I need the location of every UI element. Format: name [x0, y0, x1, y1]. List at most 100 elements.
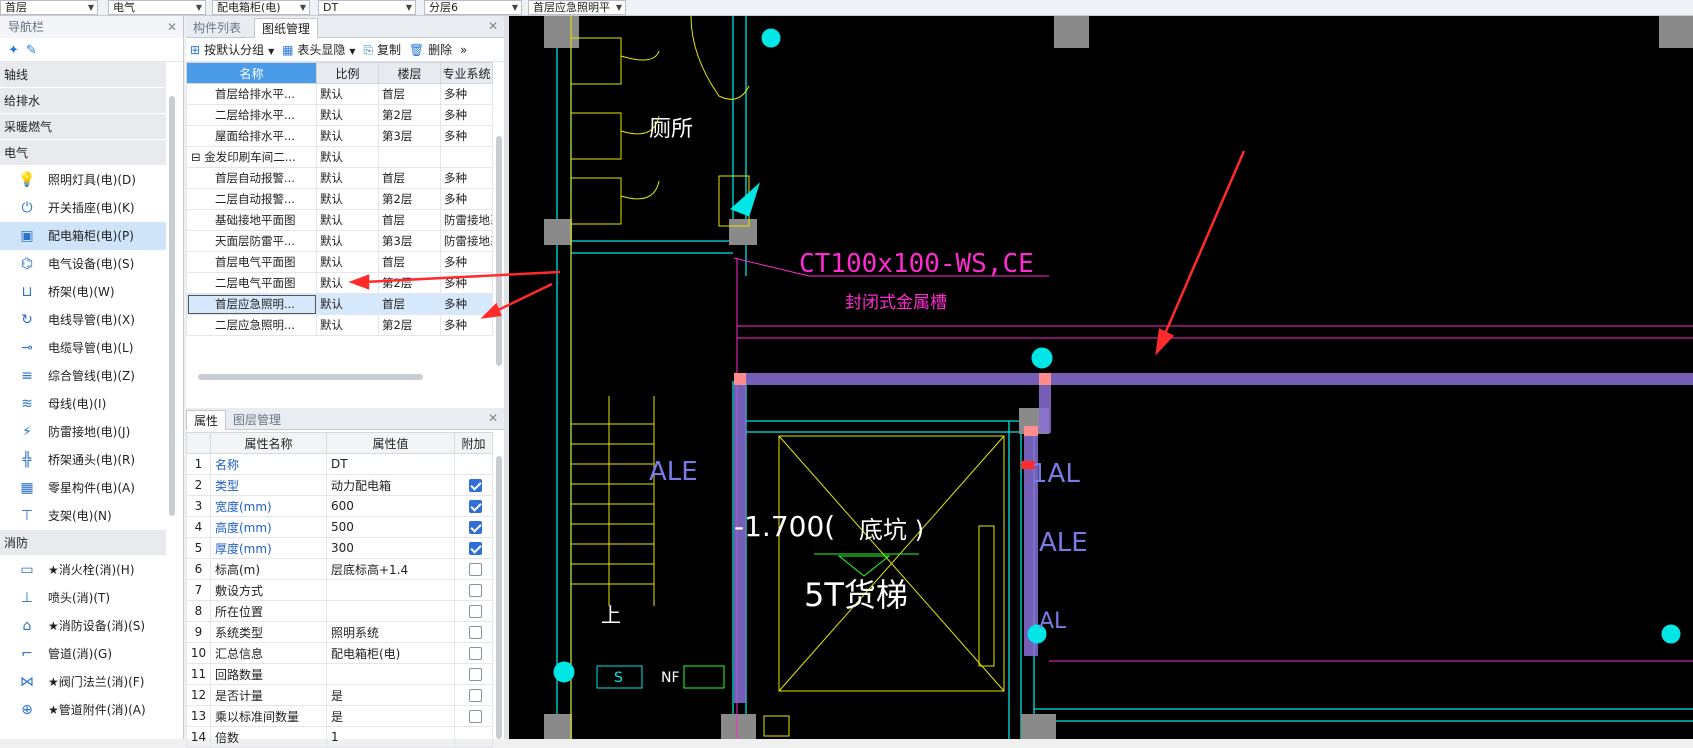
property-row[interactable]: 4 高度(mm) 500	[186, 516, 493, 538]
nav-item[interactable]: ≋ 母线(电)(I)	[0, 390, 166, 418]
table-row[interactable]: 天面层防雷平...默认第3层防雷接地系	[186, 230, 493, 252]
property-row[interactable]: 3 宽度(mm) 600	[186, 495, 493, 517]
extra-checkbox[interactable]	[469, 542, 482, 555]
nav-item[interactable]: ⌐ 管道(消)(G)	[0, 640, 166, 668]
nav-item[interactable]: ▭ ★消火栓(消)(H)	[0, 556, 166, 584]
property-row[interactable]: 10 汇总信息 配电箱柜(电)	[186, 642, 493, 664]
component-type-select[interactable]: 配电箱柜(电) ▼	[212, 0, 310, 15]
table-row[interactable]: 二层电气平面图 默认 第2层 多种	[186, 272, 493, 294]
extra-checkbox[interactable]	[469, 689, 482, 702]
extra-checkbox[interactable]	[469, 626, 482, 639]
column-header-name[interactable]: 名称	[186, 62, 317, 84]
table-row[interactable]: 二层自动报警... 默认 第2层 多种	[186, 188, 493, 210]
nav-item[interactable]: ⊔ 桥架(电)(W)	[0, 278, 166, 306]
nav-item[interactable]: ⊸ 电缆导管(电)(L)	[0, 334, 166, 362]
nav-item[interactable]: ⌬ 电气设备(电)(S)	[0, 250, 166, 278]
column-header-floor[interactable]: 楼层	[378, 62, 441, 84]
nav-item[interactable]: ⊥ 喷头(消)(T)	[0, 584, 166, 612]
column-header-scale[interactable]: 比例	[316, 62, 379, 84]
table-row[interactable]: 首层给排水平... 默认 首层 多种	[186, 83, 493, 105]
nav-item[interactable]: ╬ 桥架通头(电)(R)	[0, 446, 166, 474]
layer-select[interactable]: 分层6 ▼	[424, 0, 522, 15]
property-row[interactable]: 2 类型 动力配电箱	[186, 474, 493, 496]
property-row[interactable]: 9 系统类型 照明系统	[186, 621, 493, 643]
table-row[interactable]: 基础接地平面图默认首层防雷接地系	[186, 209, 493, 231]
nav-scrollbar[interactable]	[169, 96, 175, 516]
property-value[interactable]: 层底标高+1.4	[326, 558, 455, 580]
drawing-select[interactable]: 首层应急照明平 ▼	[528, 0, 626, 15]
table-row[interactable]: 首层应急照明... 默认 首层 多种	[186, 293, 493, 315]
table-row[interactable]: 二层给排水平... 默认 第2层 多种	[186, 104, 493, 126]
table-row[interactable]: ⊟ 金发印刷车间二... 默认	[186, 146, 493, 168]
property-row[interactable]: 12 是否计量是	[186, 684, 493, 706]
property-value[interactable]: 300	[326, 537, 455, 559]
property-row[interactable]: 8 所在位置	[186, 600, 493, 622]
tab-layer-management[interactable]: 图层管理	[226, 410, 288, 430]
chevron-down-icon[interactable]: ▼	[268, 47, 274, 56]
add-icon[interactable]: ✦	[8, 39, 26, 63]
delete-button[interactable]: 删除	[428, 43, 452, 57]
property-row[interactable]: 7 敷设方式	[186, 579, 493, 601]
component-name-select[interactable]: DT ▼	[318, 0, 416, 15]
tab-drawing-management[interactable]: 图纸管理	[254, 18, 319, 38]
table-row[interactable]: 二层应急照明... 默认 第2层 多种	[186, 314, 493, 336]
extra-checkbox[interactable]	[469, 668, 482, 681]
nav-item[interactable]: ▦ 零星构件(电)(A)	[0, 474, 166, 502]
nav-category[interactable]: 采暖燃气	[0, 114, 166, 140]
nav-item[interactable]: ⊕ ★管道附件(消)(A)	[0, 696, 166, 724]
table-row[interactable]: 首层电气平面图 默认 首层 多种	[186, 251, 493, 273]
property-value[interactable]	[326, 663, 455, 685]
extra-checkbox[interactable]	[469, 521, 482, 534]
property-value[interactable]: 动力配电箱	[326, 474, 455, 496]
header-toggle-button[interactable]: 表头显隐	[297, 43, 345, 57]
property-scrollbar[interactable]	[496, 456, 502, 739]
copy-button[interactable]: 复制	[377, 43, 401, 57]
close-icon[interactable]: ✕	[488, 411, 498, 425]
tab-properties[interactable]: 属性	[186, 410, 227, 430]
extra-checkbox[interactable]	[469, 500, 482, 513]
nav-category[interactable]: 轴线	[0, 62, 166, 88]
horizontal-scrollbar[interactable]	[198, 374, 423, 380]
nav-category-fire[interactable]: 消防	[0, 530, 166, 556]
floor-select[interactable]: 首层 ▼	[0, 0, 98, 15]
property-row[interactable]: 6 标高(m) 层底标高+1.4	[186, 558, 493, 580]
nav-item[interactable]: ⊤ 支架(电)(N)	[0, 502, 166, 530]
property-value[interactable]: 500	[326, 516, 455, 538]
property-value[interactable]: 配电箱柜(电)	[326, 642, 455, 664]
property-row[interactable]: 11 回路数量	[186, 663, 493, 685]
nav-category[interactable]: 给排水	[0, 88, 166, 114]
tab-component-list[interactable]: 构件列表	[186, 18, 248, 38]
extra-checkbox[interactable]	[469, 647, 482, 660]
more-icon[interactable]: »	[460, 43, 467, 57]
column-header-system[interactable]: 专业系统	[440, 62, 493, 84]
close-icon[interactable]: ✕	[167, 16, 177, 38]
edit-icon[interactable]: ✎	[26, 39, 44, 63]
nav-category[interactable]: 电气	[0, 140, 166, 166]
nav-item[interactable]: ▣ 配电箱柜(电)(P)	[0, 222, 166, 250]
nav-item[interactable]: ≡ 综合管线(电)(Z)	[0, 362, 166, 390]
property-value[interactable]: DT	[326, 453, 455, 475]
property-row[interactable]: 5 厚度(mm) 300	[186, 537, 493, 559]
property-value[interactable]	[326, 579, 455, 601]
property-value[interactable]: 照明系统	[326, 621, 455, 643]
nav-item[interactable]: ⚡ 防雷接地(电)(J)	[0, 418, 166, 446]
extra-checkbox[interactable]	[469, 605, 482, 618]
property-value[interactable]: 是	[326, 684, 455, 706]
extra-checkbox[interactable]	[469, 563, 482, 576]
extra-checkbox[interactable]	[469, 479, 482, 492]
extra-checkbox[interactable]	[469, 584, 482, 597]
cad-canvas[interactable]: B S NF 厕所 CT100x100-WS,CE 封闭式金属槽 ALE 1AL…	[509, 16, 1693, 739]
property-value[interactable]: 1	[326, 726, 455, 748]
collapse-icon[interactable]: ⊟	[191, 150, 204, 164]
nav-item[interactable]: ⏻ 开关插座(电)(K)	[0, 194, 166, 222]
nav-item[interactable]: 💡 照明灯具(电)(D)	[0, 166, 166, 194]
property-row[interactable]: 14 倍数 1	[186, 726, 493, 748]
nav-item[interactable]: ⋈ ★阀门法兰(消)(F)	[0, 668, 166, 696]
chevron-down-icon[interactable]: ▼	[349, 47, 355, 56]
property-value[interactable]: 600	[326, 495, 455, 517]
table-row[interactable]: 屋面给排水平... 默认 第3层 多种	[186, 125, 493, 147]
table-row[interactable]: 首层自动报警... 默认 首层 多种	[186, 167, 493, 189]
group-button[interactable]: 按默认分组	[204, 43, 264, 57]
property-row[interactable]: 13 乘以标准间数量是	[186, 705, 493, 727]
property-value[interactable]	[326, 600, 455, 622]
